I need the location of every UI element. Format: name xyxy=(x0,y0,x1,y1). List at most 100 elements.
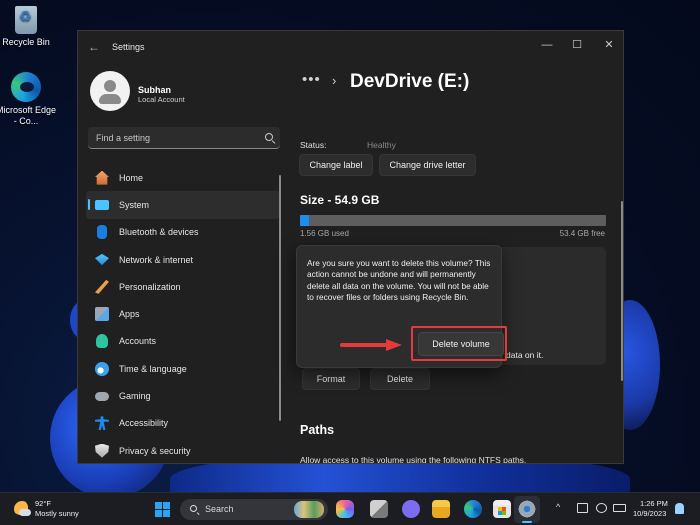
sidebar-scrollbar[interactable] xyxy=(279,175,281,421)
running-indicator xyxy=(522,521,532,523)
settings-icon[interactable] xyxy=(518,500,536,518)
storage-usage-bar xyxy=(300,215,606,226)
search-icon[interactable] xyxy=(265,133,273,141)
edge-icon xyxy=(11,72,41,102)
windows-logo-icon xyxy=(163,502,170,509)
sidebar-item-accounts[interactable]: Accounts xyxy=(86,328,280,355)
annotation-arrow-icon xyxy=(340,339,402,351)
search-icon xyxy=(190,505,197,512)
search-highlight-image[interactable] xyxy=(294,501,324,518)
wifi-icon xyxy=(95,253,109,266)
brush-icon xyxy=(95,279,109,294)
paths-heading: Paths xyxy=(300,423,335,437)
desktop-icon-recycle-bin[interactable]: Recycle Bin xyxy=(0,6,58,48)
battery-icon[interactable] xyxy=(613,504,626,512)
delete-button[interactable]: Delete xyxy=(370,368,430,390)
clock-time[interactable]: 1:26 PM xyxy=(640,499,668,508)
search-input[interactable] xyxy=(96,131,256,145)
apps-icon xyxy=(95,307,109,322)
sidebar-item-label: System xyxy=(119,199,150,210)
title-bar[interactable]: ← Settings — ☐ ✕ xyxy=(78,31,623,63)
file-explorer-icon[interactable] xyxy=(432,500,450,518)
maximize-button[interactable]: ☐ xyxy=(562,35,592,55)
profile-account-type: Local Account xyxy=(138,95,185,104)
desktop-icon-label: Recycle Bin xyxy=(2,37,50,47)
page-title: DevDrive (E:) xyxy=(350,71,470,92)
weather-partly-sunny-icon xyxy=(14,501,31,517)
status-value: Healthy xyxy=(367,140,396,150)
back-arrow-icon[interactable]: ← xyxy=(86,39,102,55)
sidebar-item-system[interactable]: System xyxy=(86,191,280,219)
sidebar-nav: Home System Bluetooth & devices Network … xyxy=(86,164,280,463)
sidebar-item-label: Accounts xyxy=(119,336,157,347)
content-scrollbar[interactable] xyxy=(621,201,623,381)
start-button[interactable] xyxy=(155,502,170,517)
desktop-icon-edge[interactable]: Microsoft Edge - Co... xyxy=(0,72,58,127)
windows-logo-icon xyxy=(163,510,170,517)
sidebar-item-network[interactable]: Network & internet xyxy=(86,246,280,273)
sidebar-item-label: Apps xyxy=(119,309,140,320)
volume-icon[interactable] xyxy=(596,503,607,513)
content-pane: ••• › DevDrive (E:) Status: Healthy Chan… xyxy=(286,63,623,464)
clock-date[interactable]: 10/9/2023 xyxy=(633,509,666,518)
breadcrumb-overflow-button[interactable]: ••• xyxy=(302,71,321,88)
sidebar-item-label: Personalization xyxy=(119,281,181,292)
copilot-icon[interactable] xyxy=(336,500,354,518)
system-icon xyxy=(95,199,109,210)
storage-usage-fill xyxy=(300,215,309,226)
taskbar-search[interactable]: Search xyxy=(180,499,328,520)
shield-icon xyxy=(95,443,109,458)
sidebar-item-label: Bluetooth & devices xyxy=(119,227,199,238)
minimize-button[interactable]: — xyxy=(532,35,562,55)
sidebar-item-personalization[interactable]: Personalization xyxy=(86,273,280,300)
sidebar-item-time-language[interactable]: Time & language xyxy=(86,355,280,382)
settings-window: ← Settings — ☐ ✕ Subhan Local Account Ho… xyxy=(77,30,624,464)
home-icon xyxy=(95,170,109,185)
tray-overflow-chevron-icon[interactable]: ^ xyxy=(556,502,560,512)
network-icon[interactable] xyxy=(577,503,588,513)
weather-temperature: 92°F xyxy=(35,499,51,508)
close-button[interactable]: ✕ xyxy=(594,35,623,55)
sidebar-item-label: Home xyxy=(119,172,144,183)
format-button[interactable]: Format xyxy=(302,368,360,390)
windows-logo-icon xyxy=(155,502,162,509)
task-view-icon[interactable] xyxy=(370,500,388,518)
notification-bell-icon[interactable] xyxy=(675,503,684,514)
chevron-right-icon: › xyxy=(332,73,337,88)
globe-clock-icon xyxy=(95,361,109,376)
recycle-bin-icon xyxy=(15,6,37,34)
sidebar-item-label: Privacy & security xyxy=(119,445,191,456)
avatar[interactable] xyxy=(90,71,130,111)
app-title: Settings xyxy=(112,42,145,52)
used-space-text: 1.56 GB used xyxy=(300,229,349,238)
windows-logo-icon xyxy=(155,510,162,517)
sidebar-item-apps[interactable]: Apps xyxy=(86,300,280,327)
edge-icon[interactable] xyxy=(464,500,482,518)
accessibility-icon xyxy=(95,416,109,431)
selection-indicator xyxy=(88,199,90,211)
teams-icon[interactable] xyxy=(402,500,420,518)
weather-condition: Mostly sunny xyxy=(35,509,79,518)
sidebar-item-gaming[interactable]: Gaming xyxy=(86,382,280,409)
sidebar-item-accessibility[interactable]: Accessibility xyxy=(86,410,280,437)
desktop-icon-label: Microsoft Edge - Co... xyxy=(0,105,57,126)
sidebar-item-label: Network & internet xyxy=(119,254,194,265)
person-icon xyxy=(96,334,108,349)
flyout-message: Are you sure you want to delete this vol… xyxy=(307,258,491,302)
free-space-text: 53.4 GB free xyxy=(559,229,605,238)
paths-description: Allow access to this volume using the fo… xyxy=(300,455,527,464)
bluetooth-icon xyxy=(97,225,107,240)
delete-volume-button[interactable]: Delete volume xyxy=(418,332,504,356)
settings-search[interactable] xyxy=(88,127,280,149)
store-icon[interactable] xyxy=(493,500,511,518)
sidebar-item-privacy[interactable]: Privacy & security xyxy=(86,437,280,463)
profile-name: Subhan xyxy=(138,85,171,95)
change-drive-letter-button[interactable]: Change drive letter xyxy=(379,154,476,176)
sidebar-item-label: Accessibility xyxy=(119,418,169,429)
card-description-tail: data on it. xyxy=(506,350,544,360)
sidebar-item-bluetooth[interactable]: Bluetooth & devices xyxy=(86,219,280,246)
sidebar-item-home[interactable]: Home xyxy=(86,164,280,191)
controller-icon xyxy=(95,391,109,401)
change-label-button[interactable]: Change label xyxy=(299,154,373,176)
taskbar: 92°F Mostly sunny Search ^ 1:26 PM 10/9/… xyxy=(0,492,700,525)
